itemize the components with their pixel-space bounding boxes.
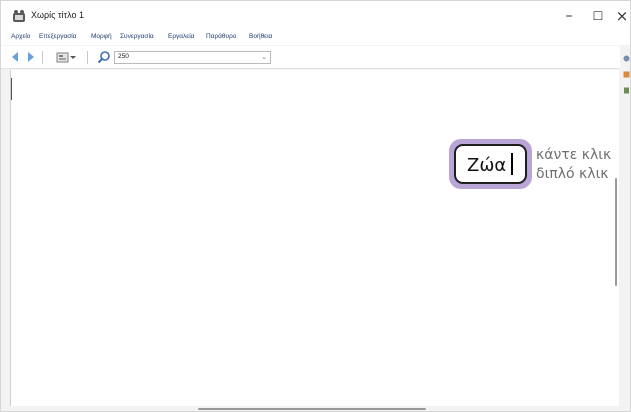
title-bar: Χωρίς τίτλο 1 – ☐ × [1, 1, 630, 31]
text-cursor-mark [11, 78, 12, 100]
app-logo-icon [13, 10, 25, 22]
chevron-down-icon: ⌄ [261, 53, 267, 61]
properties-icon[interactable] [623, 71, 630, 78]
zoom-magnifier-icon[interactable] [97, 50, 111, 64]
dropdown-caret-icon[interactable] [69, 50, 77, 64]
toolbar: 250 ⌄ [1, 46, 630, 69]
collaboration-icon[interactable] [623, 55, 630, 62]
zoom-level-value: 250 [118, 53, 129, 60]
maximize-button[interactable]: ☐ [583, 5, 613, 27]
menu-bar: Αρχείο Επεξεργασία Μορφή Συνεργασία Εργα… [1, 31, 630, 45]
horizontal-scroll-thumb[interactable] [198, 408, 426, 410]
app-window: Χωρίς τίτλο 1 – ☐ × Αρχείο Επεξεργασία Μ… [0, 0, 631, 412]
menu-format[interactable]: Μορφή [91, 33, 112, 40]
menu-collaboration[interactable]: Συνεργασία [120, 33, 154, 40]
hint-text-line-1: κάντε κλικ κ [536, 147, 613, 163]
topic-node[interactable]: Ζώα [449, 139, 532, 189]
map-view-icon[interactable] [56, 50, 70, 64]
menu-file[interactable]: Αρχείο [11, 33, 30, 40]
text-caret [511, 153, 513, 175]
menu-help[interactable]: Βοήθεια [249, 33, 272, 40]
forward-arrow-icon[interactable] [23, 50, 37, 64]
zoom-level-select[interactable]: 250 ⌄ [114, 51, 271, 64]
hint-text-line-2: διπλό κλικ ' [536, 166, 613, 182]
menu-tools[interactable]: Εργαλεία [168, 33, 194, 40]
back-arrow-icon[interactable] [9, 50, 23, 64]
vertical-scroll-thumb[interactable] [615, 178, 617, 286]
topic-node-box[interactable]: Ζώα [454, 144, 527, 184]
window-title: Χωρίς τίτλο 1 [31, 10, 84, 20]
minimize-button[interactable]: – [554, 5, 584, 27]
menu-edit[interactable]: Επεξεργασία [39, 33, 76, 40]
toolbar-separator [87, 51, 88, 64]
menu-window[interactable]: Παράθυρο [206, 33, 236, 40]
topic-node-text[interactable]: Ζώα [467, 155, 506, 176]
notes-icon[interactable] [623, 87, 630, 94]
mind-map-canvas[interactable]: Ζώα κάντε κλικ κ διπλό κλικ ' [10, 70, 613, 406]
close-button[interactable]: × [612, 5, 631, 27]
side-panel [620, 46, 630, 411]
vertical-scrollbar[interactable] [613, 70, 619, 406]
toolbar-separator [42, 51, 43, 64]
